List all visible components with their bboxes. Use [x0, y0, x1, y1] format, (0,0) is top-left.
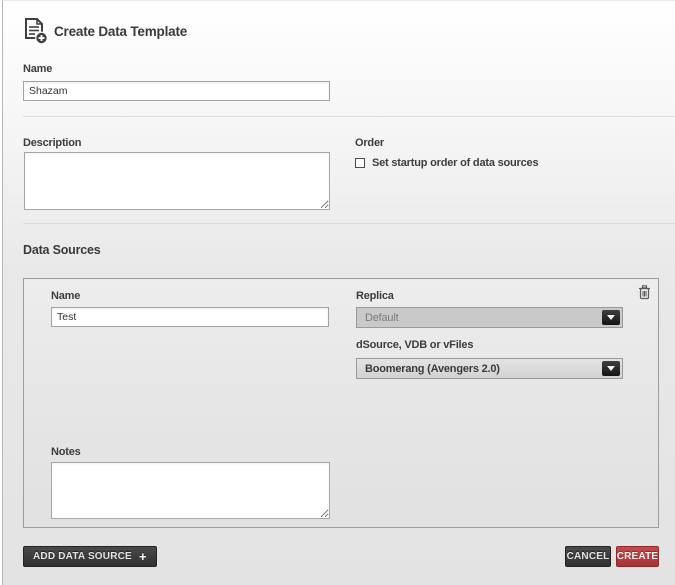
- description-label: Description: [23, 137, 81, 149]
- notes-textarea[interactable]: [51, 462, 330, 519]
- name-label: Name: [23, 63, 52, 75]
- dataset-dropdown-arrow-icon[interactable]: [602, 361, 620, 376]
- create-button[interactable]: CREATE: [616, 546, 659, 567]
- startup-order-checkbox[interactable]: [355, 158, 365, 168]
- dataset-label: dSource, VDB or vFiles: [356, 339, 473, 351]
- replica-dropdown-arrow-icon[interactable]: [602, 310, 620, 325]
- startup-order-option[interactable]: Set startup order of data sources: [355, 157, 538, 169]
- cancel-button[interactable]: CANCEL: [565, 546, 611, 567]
- plus-icon: +: [139, 550, 147, 563]
- data-sources-section-title: Data Sources: [23, 243, 101, 257]
- startup-order-checkbox-label: Set startup order of data sources: [372, 157, 538, 169]
- add-data-source-button[interactable]: ADD DATA SOURCE +: [23, 546, 157, 567]
- notes-label: Notes: [51, 446, 81, 458]
- replica-select-value: Default: [365, 312, 602, 324]
- replica-select[interactable]: Default: [356, 307, 623, 328]
- divider-data-sources: [23, 223, 675, 224]
- divider-top: [23, 116, 675, 117]
- dataset-select-value: Boomerang (Avengers 2.0): [365, 363, 602, 375]
- source-name-input[interactable]: [51, 307, 329, 327]
- create-button-label: CREATE: [617, 551, 659, 562]
- create-data-template-dialog: Create Data Template Name Description Or…: [2, 0, 675, 585]
- description-textarea[interactable]: [24, 152, 330, 210]
- page-title: Create Data Template: [54, 24, 187, 39]
- document-add-icon: [23, 18, 48, 45]
- order-label: Order: [355, 137, 384, 149]
- data-source-card: Name Replica Default dSource, VDB or vFi…: [23, 278, 659, 528]
- add-data-source-label: ADD DATA SOURCE: [33, 551, 132, 562]
- cancel-button-label: CANCEL: [567, 551, 610, 562]
- source-name-label: Name: [51, 290, 80, 302]
- name-input[interactable]: [23, 81, 330, 101]
- dataset-select[interactable]: Boomerang (Avengers 2.0): [356, 358, 623, 379]
- replica-label: Replica: [356, 290, 394, 302]
- delete-data-source-button[interactable]: [638, 285, 651, 300]
